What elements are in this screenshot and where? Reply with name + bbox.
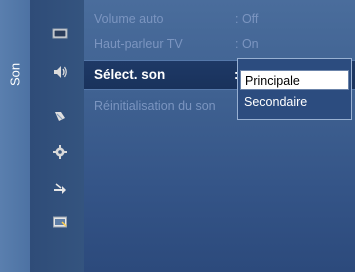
menu-item-volume-auto[interactable]: Volume auto : Off	[94, 9, 355, 29]
menu-item-value: : Off	[235, 12, 259, 26]
side-tab-label: Son	[7, 62, 23, 86]
channel-icon[interactable]	[52, 108, 68, 124]
dropdown-option-principale[interactable]: Principale	[240, 70, 349, 90]
sound-select-dropdown[interactable]: Principale Secondaire	[237, 58, 352, 120]
dropdown-option-secondaire[interactable]: Secondaire	[240, 92, 349, 112]
picture-icon[interactable]	[52, 26, 68, 42]
menu-item-label: Volume auto	[94, 12, 164, 26]
menu-item-label: Réinitialisation du son	[94, 99, 216, 113]
tv-menu-screen: Son Volume auto: Off Haut-parleur TV: …	[0, 0, 355, 272]
menu-item-label: Haut-parleur TV	[94, 37, 183, 51]
application-icon[interactable]	[52, 214, 68, 230]
menu-item-value: : On	[235, 37, 259, 51]
input-icon[interactable]	[52, 180, 68, 196]
sound-icon[interactable]	[52, 64, 68, 80]
setup-icon[interactable]	[52, 144, 68, 160]
side-tab: Son	[0, 0, 30, 272]
menu-item-label: Sélect. son	[94, 67, 166, 82]
menu-item-haut-parleur-tv[interactable]: Haut-parleur TV : On	[94, 34, 355, 54]
